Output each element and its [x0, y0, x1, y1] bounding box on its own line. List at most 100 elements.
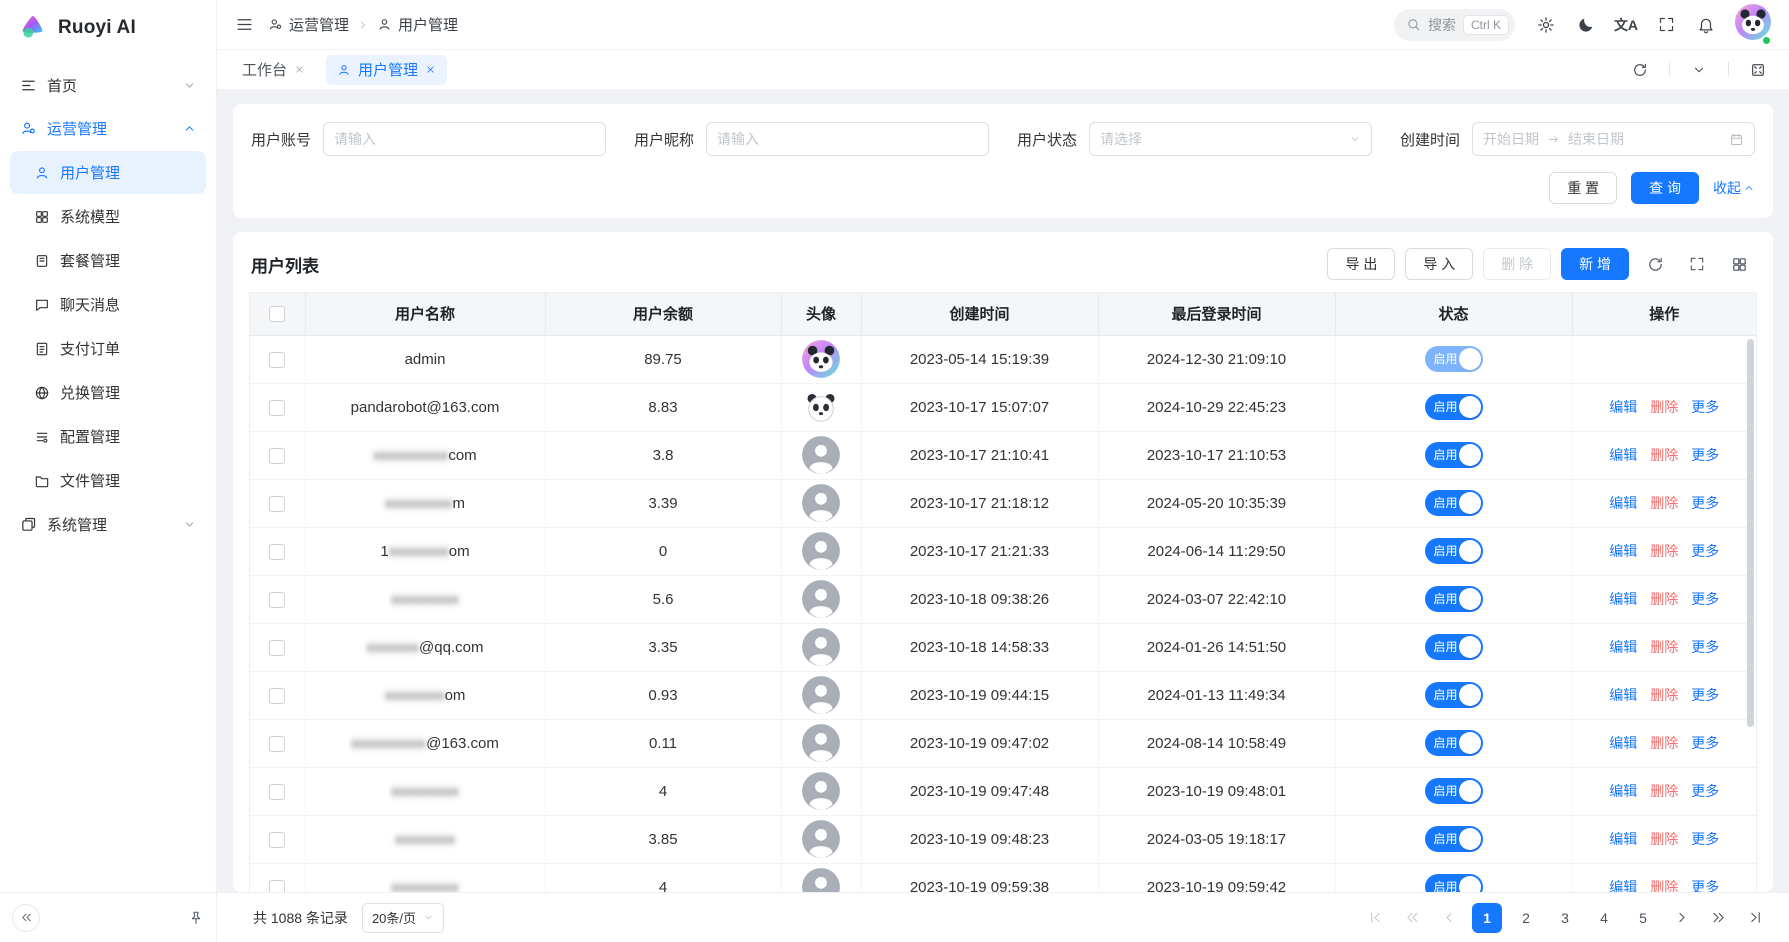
reset-button[interactable]: 重 置 — [1549, 172, 1617, 204]
status-toggle[interactable]: 启用 — [1425, 442, 1483, 468]
date-start[interactable]: 开始日期 — [1483, 129, 1539, 149]
column-settings-button[interactable] — [1723, 248, 1755, 280]
row-checkbox[interactable] — [269, 832, 285, 848]
edit-link[interactable]: 编辑 — [1609, 829, 1637, 849]
sidebar-item-file-management[interactable]: 文件管理 — [10, 459, 206, 502]
status-toggle[interactable]: 启用 — [1425, 874, 1483, 892]
status-toggle[interactable]: 启用 — [1425, 346, 1483, 372]
language-button[interactable]: 文A — [1609, 8, 1643, 42]
account-input[interactable] — [334, 131, 595, 147]
table-scrollbar[interactable] — [1747, 339, 1754, 727]
row-checkbox[interactable] — [269, 544, 285, 560]
page-button-2[interactable]: 2 — [1511, 903, 1541, 933]
row-checkbox[interactable] — [269, 784, 285, 800]
close-tab-icon[interactable] — [294, 64, 305, 75]
more-link[interactable]: 更多 — [1691, 781, 1719, 801]
collapse-filter-link[interactable]: 收起 — [1713, 178, 1755, 198]
dark-mode-button[interactable] — [1569, 8, 1603, 42]
row-checkbox[interactable] — [269, 496, 285, 512]
table-fullscreen-button[interactable] — [1681, 248, 1713, 280]
sidebar-item-exchange-management[interactable]: 兑换管理 — [10, 371, 206, 414]
status-toggle[interactable]: 启用 — [1425, 394, 1483, 420]
refresh-page-button[interactable] — [1623, 53, 1657, 87]
delete-link[interactable]: 删除 — [1650, 397, 1678, 417]
status-toggle[interactable]: 启用 — [1425, 826, 1483, 852]
delete-link[interactable]: 删除 — [1650, 781, 1678, 801]
sidebar-item-system-management[interactable]: 系统管理 — [10, 503, 206, 546]
brand-logo[interactable]: Ruoyi AI — [0, 0, 216, 56]
edit-link[interactable]: 编辑 — [1609, 637, 1637, 657]
page-size-select[interactable]: 20条/页 — [362, 903, 444, 933]
status-select[interactable]: 请选择 — [1089, 122, 1372, 156]
tab-workbench[interactable]: 工作台 — [231, 55, 316, 85]
sidebar-item-system-model[interactable]: 系统模型 — [10, 195, 206, 238]
delete-link[interactable]: 删除 — [1650, 733, 1678, 753]
status-toggle[interactable]: 启用 — [1425, 490, 1483, 516]
settings-button[interactable] — [1529, 8, 1563, 42]
page-button-1[interactable]: 1 — [1472, 903, 1502, 933]
first-page-button[interactable] — [1361, 904, 1389, 932]
pin-icon[interactable] — [188, 910, 204, 926]
sidebar-item-home[interactable]: 首页 — [10, 64, 206, 107]
forward-five-pages-button[interactable] — [1704, 904, 1732, 932]
previous-page-button[interactable] — [1435, 904, 1463, 932]
status-toggle[interactable]: 启用 — [1425, 538, 1483, 564]
delete-link[interactable]: 删除 — [1650, 685, 1678, 705]
menu-toggle-icon[interactable] — [235, 15, 254, 34]
import-button[interactable]: 导 入 — [1405, 248, 1473, 280]
edit-link[interactable]: 编辑 — [1609, 877, 1637, 892]
delete-link[interactable]: 删除 — [1650, 445, 1678, 465]
edit-link[interactable]: 编辑 — [1609, 781, 1637, 801]
last-page-button[interactable] — [1741, 904, 1769, 932]
edit-link[interactable]: 编辑 — [1609, 733, 1637, 753]
row-checkbox[interactable] — [269, 880, 285, 892]
sidebar-item-operations[interactable]: 运营管理 — [10, 107, 206, 150]
sidebar-item-chat-messages[interactable]: 聊天消息 — [10, 283, 206, 326]
export-button[interactable]: 导 出 — [1327, 248, 1395, 280]
more-link[interactable]: 更多 — [1691, 685, 1719, 705]
status-toggle[interactable]: 启用 — [1425, 586, 1483, 612]
fullscreen-button[interactable] — [1649, 8, 1683, 42]
sidebar-item-package-management[interactable]: 套餐管理 — [10, 239, 206, 282]
edit-link[interactable]: 编辑 — [1609, 685, 1637, 705]
more-link[interactable]: 更多 — [1691, 493, 1719, 513]
query-button[interactable]: 查 询 — [1631, 172, 1699, 204]
more-link[interactable]: 更多 — [1691, 877, 1719, 892]
date-range-picker[interactable]: 开始日期 结束日期 — [1472, 122, 1755, 156]
breadcrumb-user-management[interactable]: 用户管理 — [377, 14, 458, 35]
row-checkbox[interactable] — [269, 448, 285, 464]
tab-options-button[interactable] — [1682, 53, 1716, 87]
delete-button[interactable]: 删 除 — [1483, 248, 1551, 280]
delete-link[interactable]: 删除 — [1650, 829, 1678, 849]
back-five-pages-button[interactable] — [1398, 904, 1426, 932]
tab-user-management[interactable]: 用户管理 — [326, 55, 447, 85]
collapse-sidebar-button[interactable] — [12, 904, 40, 932]
breadcrumb-operations[interactable]: 运营管理 — [268, 14, 349, 35]
row-checkbox[interactable] — [269, 736, 285, 752]
notifications-button[interactable] — [1689, 8, 1723, 42]
date-end[interactable]: 结束日期 — [1568, 129, 1624, 149]
delete-link[interactable]: 删除 — [1650, 637, 1678, 657]
status-toggle[interactable]: 启用 — [1425, 778, 1483, 804]
more-link[interactable]: 更多 — [1691, 445, 1719, 465]
sidebar-item-user-management[interactable]: 用户管理 — [10, 151, 206, 194]
row-checkbox[interactable] — [269, 592, 285, 608]
row-checkbox[interactable] — [269, 400, 285, 416]
row-checkbox[interactable] — [269, 688, 285, 704]
page-button-4[interactable]: 4 — [1589, 903, 1619, 933]
nickname-input[interactable] — [717, 131, 978, 147]
add-button[interactable]: 新 增 — [1561, 248, 1629, 280]
select-all-checkbox[interactable] — [269, 306, 285, 322]
next-page-button[interactable] — [1667, 904, 1695, 932]
status-toggle[interactable]: 启用 — [1425, 634, 1483, 660]
edit-link[interactable]: 编辑 — [1609, 589, 1637, 609]
sidebar-item-payment-orders[interactable]: 支付订单 — [10, 327, 206, 370]
row-checkbox[interactable] — [269, 352, 285, 368]
status-toggle[interactable]: 启用 — [1425, 730, 1483, 756]
content-fullscreen-button[interactable] — [1741, 53, 1775, 87]
edit-link[interactable]: 编辑 — [1609, 493, 1637, 513]
edit-link[interactable]: 编辑 — [1609, 445, 1637, 465]
more-link[interactable]: 更多 — [1691, 397, 1719, 417]
edit-link[interactable]: 编辑 — [1609, 541, 1637, 561]
close-tab-icon[interactable] — [425, 64, 436, 75]
